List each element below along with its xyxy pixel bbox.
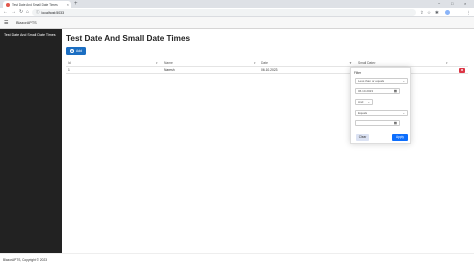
browser-tab-strip: Test Date And Small Date Times × + − □ × <box>0 0 474 8</box>
browser-tab[interactable]: Test Date And Small Date Times × <box>3 1 71 8</box>
add-icon: + <box>69 49 74 53</box>
bookmark-star-icon[interactable]: ☆ <box>427 8 431 17</box>
profile-avatar[interactable] <box>445 10 450 15</box>
cell-id: 1 <box>68 68 70 72</box>
chevron-down-icon: ⌄ <box>367 100 370 104</box>
close-tab-icon[interactable]: × <box>67 2 69 7</box>
cell-name: Naresh <box>164 68 175 72</box>
calendar-icon[interactable]: ▦ <box>394 89 397 94</box>
column-header-name[interactable]: Name <box>164 60 173 67</box>
chevron-down-icon: ⌄ <box>402 111 405 115</box>
add-button[interactable]: + Add <box>66 47 86 55</box>
favicon-icon <box>6 2 10 7</box>
main-content: Test Date And Small Date Times + Add Id … <box>62 29 474 253</box>
footer: BlazorAPTS, Copyright © 2023 <box>0 253 474 266</box>
browser-tab-title: Test Date And Small Date Times <box>12 2 58 7</box>
filter-icon[interactable]: ▼ <box>349 60 352 67</box>
column-header-id[interactable]: Id <box>68 60 71 67</box>
calendar-icon[interactable]: ▦ <box>394 121 397 126</box>
address-bar[interactable]: ⓘ localhost:5033 <box>32 9 416 16</box>
share-icon[interactable]: ⇪ <box>420 8 424 17</box>
filter-operator2-value: Equals <box>358 111 368 115</box>
more-menu-icon[interactable]: ⋮ <box>466 8 471 17</box>
clear-button[interactable]: Clear <box>356 134 369 141</box>
sidebar: Test Date And Small Date Times <box>0 29 62 253</box>
maximize-button[interactable]: □ <box>451 0 453 8</box>
add-button-label: Add <box>75 49 83 53</box>
grid-header: Id ▾ Name ▾ Date ▼ Small Date ▾ ▾ <box>66 60 468 67</box>
delete-icon[interactable]: ✖ <box>459 68 465 73</box>
chevron-down-icon[interactable]: ▾ <box>374 60 376 67</box>
filter-operator-select[interactable]: Less than or equals ⌄ <box>355 78 408 84</box>
filter-title: Filter <box>354 71 362 75</box>
filter-date-input[interactable]: 06.10.2023 ▦ <box>355 88 400 94</box>
column-menu-icon[interactable]: ▾ <box>156 60 158 67</box>
filter-operator-value: Less than or equals <box>358 79 385 83</box>
filter-popup: Filter Less than or equals ⌄ 06.10.2023 … <box>350 67 411 144</box>
new-tab-button[interactable]: + <box>74 0 78 8</box>
page-title: Test Date And Small Date Times <box>66 34 191 43</box>
app-header: ☰ BlazorAPTS <box>0 17 474 29</box>
filter-date-value: 06.10.2023 <box>358 89 374 93</box>
extensions-icon[interactable]: ✱ <box>435 8 439 17</box>
chevron-down-icon: ⌄ <box>402 79 405 83</box>
column-menu-icon[interactable]: ▾ <box>254 60 256 67</box>
filter-operator2-select[interactable]: Equals ⌄ <box>355 110 408 116</box>
column-menu-icon[interactable]: ▾ <box>446 60 448 67</box>
footer-copyright: BlazorAPTS, Copyright © 2023 <box>3 258 47 262</box>
filter-date2-input[interactable]: ▦ <box>355 120 400 126</box>
minimize-button[interactable]: − <box>438 0 440 8</box>
info-icon[interactable]: ⓘ <box>36 10 40 15</box>
column-header-date[interactable]: Date <box>261 60 268 67</box>
reload-icon[interactable]: ↻ <box>19 8 23 17</box>
brand-name[interactable]: BlazorAPTS <box>16 20 37 26</box>
back-icon[interactable]: ← <box>3 8 8 17</box>
browser-toolbar: ← → ↻ ⌂ ⓘ localhost:5033 ⇪ ☆ ✱ ⋮ <box>0 8 474 17</box>
address-url: localhost:5033 <box>41 10 65 15</box>
sidebar-item-test-dates[interactable]: Test Date And Small Date Times <box>4 33 56 37</box>
column-header-small-date[interactable]: Small Date <box>358 60 374 67</box>
menu-icon[interactable]: ☰ <box>4 20 8 26</box>
close-window-button[interactable]: × <box>464 0 466 8</box>
filter-logic-select[interactable]: And ⌄ <box>355 99 373 105</box>
forward-icon[interactable]: → <box>11 8 16 17</box>
filter-logic-value: And <box>358 100 364 104</box>
home-icon[interactable]: ⌂ <box>26 8 29 17</box>
cell-date: 06.10.2023 <box>261 68 278 72</box>
apply-button[interactable]: Apply <box>392 134 408 141</box>
